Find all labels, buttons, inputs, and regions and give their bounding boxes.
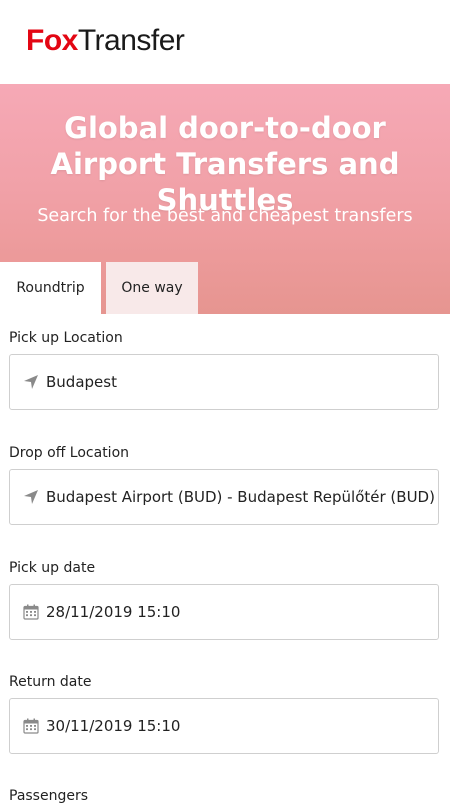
hero-banner: Global door-to-door Airport Transfers an… [0, 84, 450, 314]
header: FoxTransfer [0, 0, 450, 84]
foxtransfer-logo[interactable]: FoxTransfer [26, 24, 185, 58]
hero-title: Global door-to-door Airport Transfers an… [50, 111, 400, 217]
location-arrow-icon [22, 373, 40, 391]
calendar-icon [22, 603, 40, 621]
tab-one-way[interactable]: One way [106, 262, 198, 314]
hero-subtitle: Search for the best and cheapest transfe… [37, 206, 413, 226]
calendar-icon [22, 717, 40, 735]
dropoff-location-label: Drop off Location [9, 445, 130, 461]
pickup-date-label: Pick up date [9, 560, 96, 576]
logo-fox: Fox [26, 24, 78, 57]
pickup-location-field[interactable]: Budapest [9, 354, 439, 410]
tab-roundtrip[interactable]: Roundtrip [0, 262, 101, 314]
pickup-location-label: Pick up Location [9, 330, 123, 346]
location-arrow-icon [22, 488, 40, 506]
tab-one-way-label: One way [121, 280, 183, 296]
pickup-location-value: Budapest [46, 373, 117, 391]
pickup-date-field[interactable]: 28/11/2019 15:10 [9, 584, 439, 640]
trip-type-tabs: Roundtrip One way [0, 262, 198, 314]
dropoff-location-field[interactable]: Budapest Airport (BUD) - Budapest Repülő… [9, 469, 439, 525]
pickup-date-value: 28/11/2019 15:10 [46, 603, 181, 621]
return-date-field[interactable]: 30/11/2019 15:10 [9, 698, 439, 754]
passengers-label: Passengers [9, 788, 89, 804]
return-date-label: Return date [9, 674, 92, 690]
tab-roundtrip-label: Roundtrip [16, 280, 85, 296]
dropoff-location-value: Budapest Airport (BUD) - Budapest Repülő… [46, 488, 435, 506]
logo-transfer: Transfer [77, 24, 185, 57]
return-date-value: 30/11/2019 15:10 [46, 717, 181, 735]
